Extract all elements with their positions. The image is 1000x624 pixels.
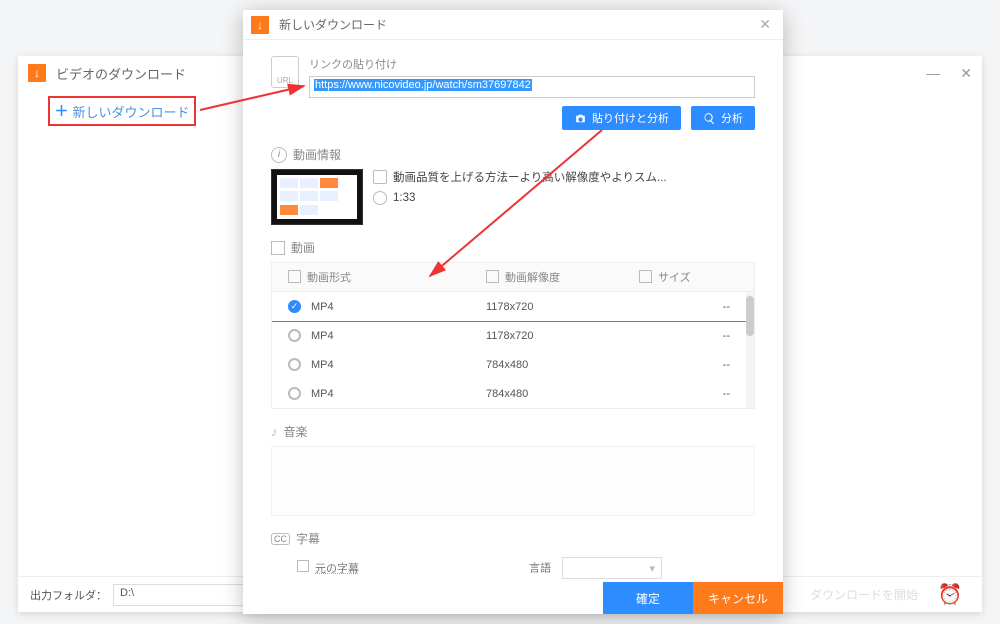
- size-icon: [639, 270, 652, 283]
- radio-icon: [288, 358, 301, 371]
- subtitle-section-header: CC 字幕: [271, 530, 755, 547]
- video-section-header: 動画: [271, 239, 755, 256]
- music-section-header: ♪ 音楽: [271, 423, 755, 440]
- duration-icon: [373, 191, 387, 205]
- original-subtitle-checkbox[interactable]: 元の字幕: [297, 560, 359, 576]
- music-icon: ♪: [271, 424, 278, 439]
- radio-selected-icon: ✓: [288, 300, 301, 313]
- new-download-button[interactable]: ＋ 新しいダウンロード: [48, 96, 196, 126]
- start-download-button[interactable]: ダウンロードを開始: [810, 586, 918, 603]
- language-select[interactable]: ▾: [562, 557, 662, 579]
- format-icon: [288, 270, 301, 283]
- title-icon: [373, 170, 387, 184]
- dialog-close-button[interactable]: ✕: [755, 16, 775, 33]
- format-table-body: ✓MP4 1178x720 -- MP4 1178x720 -- MP4 784…: [271, 292, 755, 409]
- output-folder-label: 出力フォルダ：: [30, 587, 107, 603]
- table-row[interactable]: MP4 784x480 --: [272, 379, 754, 408]
- video-duration: 1:33: [393, 192, 415, 204]
- language-label: 言語: [529, 563, 551, 575]
- table-row[interactable]: MP4 784x480 --: [272, 350, 754, 379]
- video-icon: [271, 241, 285, 255]
- url-input[interactable]: https://www.nicovideo.jp/watch/sm3769784…: [309, 76, 755, 98]
- video-title: 動画品質を上げる方法ーより高い解像度やよりスム...: [393, 169, 667, 185]
- cancel-button[interactable]: キャンセル: [693, 582, 783, 614]
- resolution-icon: [486, 270, 499, 283]
- analyze-button[interactable]: 分析: [691, 106, 755, 130]
- minimize-button[interactable]: —: [926, 65, 940, 82]
- format-table-header: 動画形式 動画解像度 サイズ: [271, 262, 755, 292]
- new-download-dialog: ↓ 新しいダウンロード ✕ URL リンクの貼り付け https://www.n…: [243, 10, 783, 614]
- music-empty-area: [271, 446, 755, 516]
- plus-icon: ＋: [54, 101, 68, 121]
- dialog-title: 新しいダウンロード: [279, 16, 387, 33]
- camera-icon: [574, 112, 587, 125]
- main-window-title: ビデオのダウンロード: [56, 64, 186, 83]
- table-row[interactable]: MP4 1178x720 --: [272, 321, 754, 350]
- table-row[interactable]: ✓MP4 1178x720 --: [271, 292, 755, 322]
- dialog-titlebar: ↓ 新しいダウンロード ✕: [243, 10, 783, 40]
- table-scrollbar[interactable]: [746, 292, 754, 408]
- dialog-logo-icon: ↓: [251, 16, 269, 34]
- confirm-button[interactable]: 確定: [603, 582, 693, 614]
- url-value: https://www.nicovideo.jp/watch/sm3769784…: [314, 79, 532, 91]
- close-button[interactable]: ✕: [960, 65, 972, 82]
- app-logo-icon: ↓: [28, 64, 46, 82]
- radio-icon: [288, 329, 301, 342]
- search-icon: [703, 112, 716, 125]
- video-info-section-header: i 動画情報: [271, 146, 755, 163]
- paste-link-label: リンクの貼り付け: [309, 56, 755, 72]
- info-icon: i: [271, 147, 287, 163]
- paste-and-analyze-button[interactable]: 貼り付けと分析: [562, 106, 681, 130]
- video-thumbnail: [271, 169, 363, 225]
- schedule-icon[interactable]: ⏰: [930, 575, 970, 615]
- url-page-icon: URL: [271, 56, 299, 88]
- new-download-label: 新しいダウンロード: [72, 102, 189, 121]
- subtitle-icon: CC: [271, 533, 290, 545]
- radio-icon: [288, 387, 301, 400]
